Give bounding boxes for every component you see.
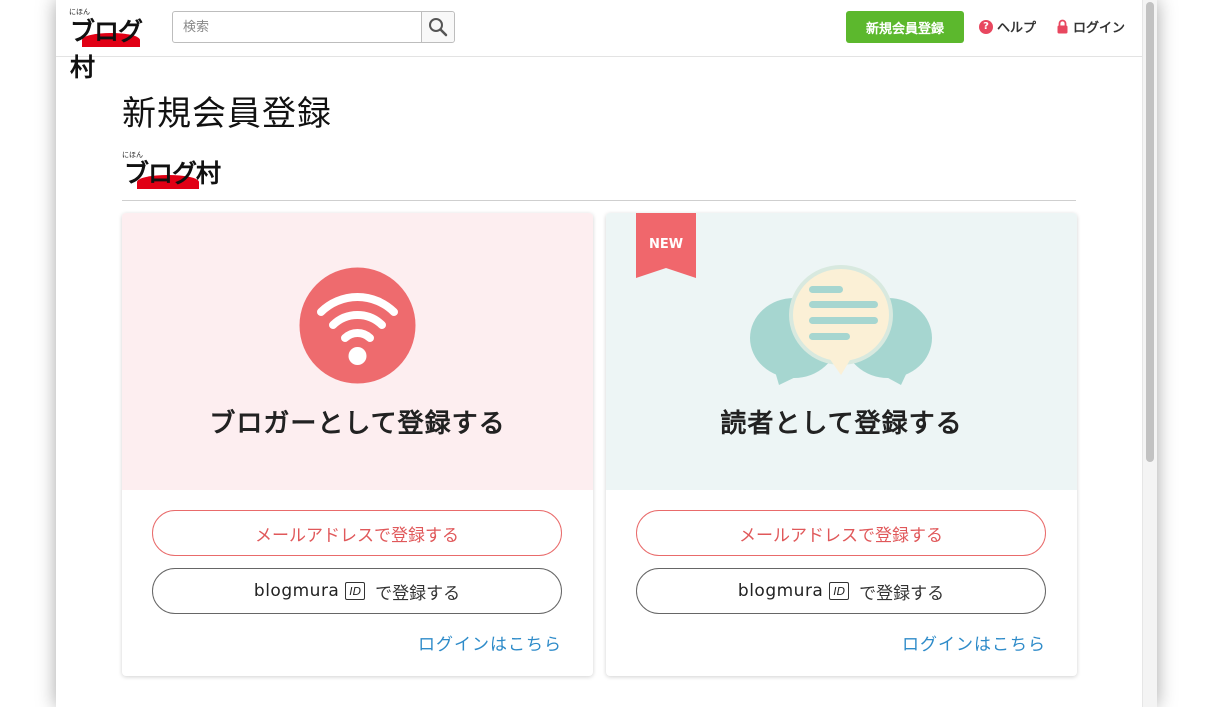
title-divider: [122, 200, 1076, 201]
register-button[interactable]: 新規会員登録: [846, 11, 964, 43]
reader-id-register-button[interactable]: blogmura ID で登録する: [636, 568, 1046, 614]
id-register-suffix: で登録する: [375, 583, 461, 604]
blogmura-brand: blogmura: [253, 581, 340, 601]
search-box: [172, 11, 455, 43]
blogger-card-heading: ブロガーとして登録する: [209, 409, 506, 439]
reader-card-heading: 読者として登録する: [720, 409, 963, 439]
blogger-register-card: ブロガーとして登録する メールアドレスで登録する blogmura ID で登録…: [122, 213, 593, 676]
site-logo[interactable]: にほん ブログ村: [68, 7, 163, 82]
chat-bubbles-icon: [750, 265, 932, 385]
blogmura-brand: blogmura: [737, 581, 824, 601]
reader-email-register-button[interactable]: メールアドレスで登録する: [636, 510, 1046, 556]
login-link[interactable]: ログイン: [1056, 17, 1125, 36]
search-icon: [429, 18, 448, 37]
content-logo-text: ブログ村: [124, 159, 221, 188]
id-badge: ID: [829, 582, 850, 600]
lock-icon: [1057, 19, 1068, 34]
login-label: ログイン: [1073, 21, 1126, 36]
scrollbar-thumb[interactable]: [1146, 2, 1154, 462]
content-logo: にほん ブログ村: [122, 150, 222, 190]
reader-register-card: NEW 読者として登録する メールアドレスで登録する blogmura ID で…: [606, 213, 1077, 676]
reader-login-link[interactable]: ログインはこちら: [902, 630, 1046, 655]
wifi-icon: [299, 267, 416, 384]
blogger-email-register-button[interactable]: メールアドレスで登録する: [152, 510, 562, 556]
logo-text: ブログ村: [70, 17, 143, 82]
search-button[interactable]: [421, 12, 454, 42]
search-input[interactable]: [173, 12, 421, 42]
blogger-id-register-button[interactable]: blogmura ID で登録する: [152, 568, 562, 614]
new-ribbon: NEW: [636, 213, 696, 278]
help-icon: ?: [979, 19, 993, 34]
id-badge: ID: [345, 582, 366, 600]
site-header: にほん ブログ村 新規会員登録 ? ヘルプ ログイン: [56, 0, 1142, 82]
help-link[interactable]: ? ヘルプ: [979, 17, 1036, 36]
new-badge-text: NEW: [648, 237, 684, 252]
blogger-card-hero: ブロガーとして登録する: [122, 213, 593, 490]
blogger-login-link[interactable]: ログインはこちら: [418, 630, 562, 655]
help-label: ヘルプ: [997, 21, 1037, 36]
reader-card-hero: NEW 読者として登録する: [606, 213, 1077, 490]
id-register-suffix: で登録する: [859, 583, 945, 604]
page-title: 新規会員登録: [122, 94, 332, 134]
